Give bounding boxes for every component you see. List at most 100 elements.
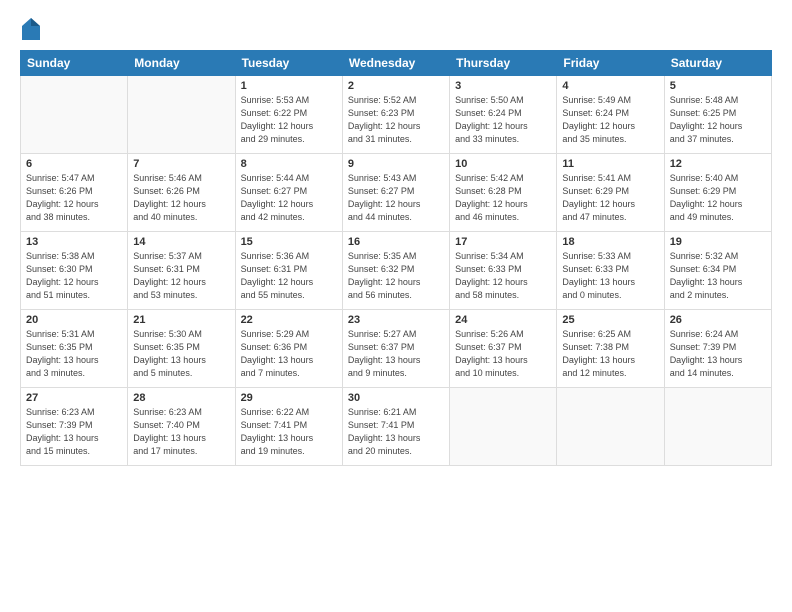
calendar-cell: 22 Sunrise: 5:29 AM Sunset: 6:36 PM Dayli…	[235, 310, 342, 388]
day-info: Sunrise: 5:48 AM Sunset: 6:25 PM Dayligh…	[670, 94, 766, 146]
day-info: Sunrise: 5:42 AM Sunset: 6:28 PM Dayligh…	[455, 172, 551, 224]
calendar-table: SundayMondayTuesdayWednesdayThursdayFrid…	[20, 50, 772, 466]
day-number: 2	[348, 80, 444, 92]
day-number: 13	[26, 236, 122, 248]
calendar-cell: 20 Sunrise: 5:31 AM Sunset: 6:35 PM Dayli…	[21, 310, 128, 388]
day-info: Sunrise: 6:25 AM Sunset: 7:38 PM Dayligh…	[562, 328, 658, 380]
day-info: Sunrise: 5:38 AM Sunset: 6:30 PM Dayligh…	[26, 250, 122, 302]
day-info: Sunrise: 5:37 AM Sunset: 6:31 PM Dayligh…	[133, 250, 229, 302]
day-number: 29	[241, 392, 337, 404]
day-info: Sunrise: 5:52 AM Sunset: 6:23 PM Dayligh…	[348, 94, 444, 146]
weekday-header-saturday: Saturday	[664, 51, 771, 76]
day-number: 9	[348, 158, 444, 170]
calendar-cell: 8 Sunrise: 5:44 AM Sunset: 6:27 PM Daylig…	[235, 154, 342, 232]
day-info: Sunrise: 5:35 AM Sunset: 6:32 PM Dayligh…	[348, 250, 444, 302]
day-info: Sunrise: 5:40 AM Sunset: 6:29 PM Dayligh…	[670, 172, 766, 224]
day-number: 4	[562, 80, 658, 92]
day-number: 17	[455, 236, 551, 248]
header-row: SundayMondayTuesdayWednesdayThursdayFrid…	[21, 51, 772, 76]
week-row-1: 1 Sunrise: 5:53 AM Sunset: 6:22 PM Daylig…	[21, 76, 772, 154]
week-row-5: 27 Sunrise: 6:23 AM Sunset: 7:39 PM Dayli…	[21, 388, 772, 466]
day-info: Sunrise: 5:44 AM Sunset: 6:27 PM Dayligh…	[241, 172, 337, 224]
calendar-cell: 2 Sunrise: 5:52 AM Sunset: 6:23 PM Daylig…	[342, 76, 449, 154]
calendar-cell: 26Sunrise: 6:24 AM Sunset: 7:39 PM Dayli…	[664, 310, 771, 388]
day-number: 27	[26, 392, 122, 404]
day-number: 16	[348, 236, 444, 248]
day-info: Sunrise: 5:30 AM Sunset: 6:35 PM Dayligh…	[133, 328, 229, 380]
day-info: Sunrise: 6:24 AM Sunset: 7:39 PM Dayligh…	[670, 328, 766, 380]
day-number: 15	[241, 236, 337, 248]
day-info: Sunrise: 5:29 AM Sunset: 6:36 PM Dayligh…	[241, 328, 337, 380]
day-info: Sunrise: 5:36 AM Sunset: 6:31 PM Dayligh…	[241, 250, 337, 302]
week-row-2: 6 Sunrise: 5:47 AM Sunset: 6:26 PM Daylig…	[21, 154, 772, 232]
day-number: 28	[133, 392, 229, 404]
weekday-header-wednesday: Wednesday	[342, 51, 449, 76]
day-number: 18	[562, 236, 658, 248]
calendar-cell: 25 Sunrise: 6:25 AM Sunset: 7:38 PM Dayli…	[557, 310, 664, 388]
logo-icon	[22, 18, 40, 40]
calendar-cell	[450, 388, 557, 466]
logo	[20, 18, 40, 40]
day-number: 1	[241, 80, 337, 92]
calendar-cell: 11Sunrise: 5:41 AM Sunset: 6:29 PM Dayli…	[557, 154, 664, 232]
day-info: Sunrise: 5:53 AM Sunset: 6:22 PM Dayligh…	[241, 94, 337, 146]
weekday-header-sunday: Sunday	[21, 51, 128, 76]
week-row-3: 13 Sunrise: 5:38 AM Sunset: 6:30 PM Dayli…	[21, 232, 772, 310]
day-info: Sunrise: 5:49 AM Sunset: 6:24 PM Dayligh…	[562, 94, 658, 146]
day-info: Sunrise: 5:50 AM Sunset: 6:24 PM Dayligh…	[455, 94, 551, 146]
day-number: 25	[562, 314, 658, 326]
calendar-cell: 12 Sunrise: 5:40 AM Sunset: 6:29 PM Dayli…	[664, 154, 771, 232]
calendar-cell: 17 Sunrise: 5:34 AM Sunset: 6:33 PM Dayli…	[450, 232, 557, 310]
day-number: 22	[241, 314, 337, 326]
day-number: 21	[133, 314, 229, 326]
calendar-cell: 27 Sunrise: 6:23 AM Sunset: 7:39 PM Dayli…	[21, 388, 128, 466]
calendar-cell: 4 Sunrise: 5:49 AM Sunset: 6:24 PM Daylig…	[557, 76, 664, 154]
day-info: Sunrise: 6:23 AM Sunset: 7:39 PM Dayligh…	[26, 406, 122, 458]
day-number: 6	[26, 158, 122, 170]
calendar-cell: 28 Sunrise: 6:23 AM Sunset: 7:40 PM Dayli…	[128, 388, 235, 466]
day-number: 3	[455, 80, 551, 92]
header	[20, 18, 772, 40]
day-info: Sunrise: 5:31 AM Sunset: 6:35 PM Dayligh…	[26, 328, 122, 380]
calendar-cell: 10 Sunrise: 5:42 AM Sunset: 6:28 PM Dayli…	[450, 154, 557, 232]
day-info: Sunrise: 5:34 AM Sunset: 6:33 PM Dayligh…	[455, 250, 551, 302]
day-info: Sunrise: 5:43 AM Sunset: 6:27 PM Dayligh…	[348, 172, 444, 224]
day-info: Sunrise: 5:27 AM Sunset: 6:37 PM Dayligh…	[348, 328, 444, 380]
calendar-cell: 21 Sunrise: 5:30 AM Sunset: 6:35 PM Dayli…	[128, 310, 235, 388]
calendar-cell: 1 Sunrise: 5:53 AM Sunset: 6:22 PM Daylig…	[235, 76, 342, 154]
calendar-cell: 30Sunrise: 6:21 AM Sunset: 7:41 PM Dayli…	[342, 388, 449, 466]
day-number: 5	[670, 80, 766, 92]
calendar-cell: 19 Sunrise: 5:32 AM Sunset: 6:34 PM Dayli…	[664, 232, 771, 310]
calendar-cell	[664, 388, 771, 466]
calendar-cell: 9 Sunrise: 5:43 AM Sunset: 6:27 PM Daylig…	[342, 154, 449, 232]
weekday-header-thursday: Thursday	[450, 51, 557, 76]
page: SundayMondayTuesdayWednesdayThursdayFrid…	[0, 0, 792, 612]
calendar-cell: 16 Sunrise: 5:35 AM Sunset: 6:32 PM Dayli…	[342, 232, 449, 310]
day-info: Sunrise: 5:32 AM Sunset: 6:34 PM Dayligh…	[670, 250, 766, 302]
day-number: 10	[455, 158, 551, 170]
calendar-cell: 29Sunrise: 6:22 AM Sunset: 7:41 PM Dayli…	[235, 388, 342, 466]
calendar-cell: 6 Sunrise: 5:47 AM Sunset: 6:26 PM Daylig…	[21, 154, 128, 232]
day-number: 19	[670, 236, 766, 248]
calendar-cell	[21, 76, 128, 154]
calendar-cell: 5 Sunrise: 5:48 AM Sunset: 6:25 PM Daylig…	[664, 76, 771, 154]
calendar-cell: 23 Sunrise: 5:27 AM Sunset: 6:37 PM Dayli…	[342, 310, 449, 388]
day-info: Sunrise: 5:33 AM Sunset: 6:33 PM Dayligh…	[562, 250, 658, 302]
calendar-cell: 7Sunrise: 5:46 AM Sunset: 6:26 PM Daylig…	[128, 154, 235, 232]
week-row-4: 20 Sunrise: 5:31 AM Sunset: 6:35 PM Dayli…	[21, 310, 772, 388]
day-number: 12	[670, 158, 766, 170]
day-number: 7	[133, 158, 229, 170]
day-info: Sunrise: 5:26 AM Sunset: 6:37 PM Dayligh…	[455, 328, 551, 380]
day-number: 20	[26, 314, 122, 326]
day-number: 8	[241, 158, 337, 170]
day-info: Sunrise: 5:47 AM Sunset: 6:26 PM Dayligh…	[26, 172, 122, 224]
calendar-cell: 15 Sunrise: 5:36 AM Sunset: 6:31 PM Dayli…	[235, 232, 342, 310]
day-info: Sunrise: 6:23 AM Sunset: 7:40 PM Dayligh…	[133, 406, 229, 458]
weekday-header-friday: Friday	[557, 51, 664, 76]
day-info: Sunrise: 6:21 AM Sunset: 7:41 PM Dayligh…	[348, 406, 444, 458]
day-number: 11	[562, 158, 658, 170]
calendar-cell: 13 Sunrise: 5:38 AM Sunset: 6:30 PM Dayli…	[21, 232, 128, 310]
weekday-header-tuesday: Tuesday	[235, 51, 342, 76]
day-number: 23	[348, 314, 444, 326]
day-number: 14	[133, 236, 229, 248]
